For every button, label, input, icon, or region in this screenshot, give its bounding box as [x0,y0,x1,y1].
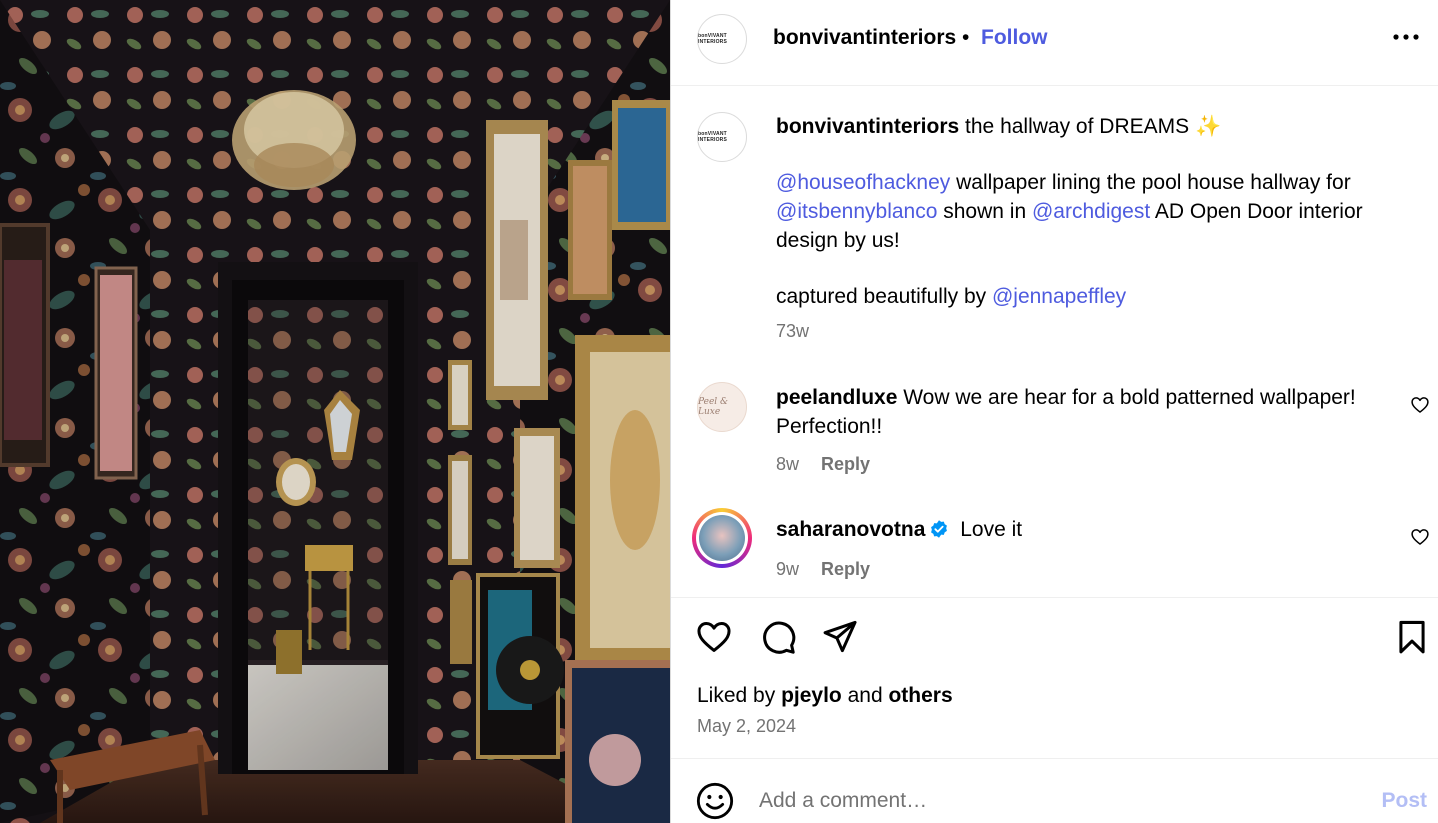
comment-username[interactable]: saharanovotna [776,518,925,541]
author-avatar[interactable]: bonVIVANT INTERIORS [697,14,747,64]
emoji-icon[interactable] [695,781,735,821]
post-photo[interactable] [0,0,670,823]
like-comment-heart-icon[interactable] [1410,395,1430,415]
commenter-story-ring[interactable] [692,508,752,568]
caption-timestamp[interactable]: 73w [776,321,809,342]
comment-timestamp[interactable]: 8w [776,454,799,474]
liked-mid: and [841,684,889,707]
caption-text: wallpaper lining the pool house hallway … [950,171,1351,194]
comment-meta: 9w Reply [776,559,870,580]
comment-body: saharanovotna Love it [776,515,1386,544]
post-comment-button[interactable]: Post [1381,789,1427,813]
liked-others[interactable]: others [888,684,952,707]
reply-button[interactable]: Reply [821,454,870,474]
mention-itsbennyblanco[interactable]: @itsbennyblanco [776,200,937,223]
more-horizontal-icon[interactable] [1389,20,1423,54]
post-header: bonVIVANT INTERIORS bonvivantinteriors •… [671,0,1438,86]
caption-headline: the hallway of DREAMS ✨ [959,115,1222,138]
comment-username[interactable]: peelandluxe [776,386,897,409]
likes-summary: Liked by pjeylo and others [697,684,953,708]
comment-icon[interactable] [759,618,797,656]
author-username[interactable]: bonvivantinteriors [773,26,956,50]
post-date[interactable]: May 2, 2024 [697,716,796,737]
caption-username[interactable]: bonvivantinteriors [776,115,959,138]
add-comment-input[interactable] [759,783,1359,819]
post-dialog: bonVIVANT INTERIORS bonvivantinteriors •… [0,0,1438,823]
heart-icon[interactable] [695,618,733,656]
comment-bar: Post [671,758,1438,823]
post-side-panel: bonVIVANT INTERIORS bonvivantinteriors •… [670,0,1438,823]
mention-houseofhackney[interactable]: @houseofhackney [776,171,950,194]
caption-avatar-text: bonVIVANT INTERIORS [698,131,728,143]
commenter-avatar [699,515,745,561]
commenter-avatar[interactable]: Peel & Luxe [697,382,747,432]
caption: bonvivantinteriors the hallway of DREAMS… [776,112,1396,311]
follow-button[interactable]: Follow [981,26,1048,50]
mention-jennapeffley[interactable]: @jennapeffley [992,285,1126,308]
comment-meta: 8w Reply [776,454,870,475]
header-separator: • [962,26,970,49]
caption-line-1: bonvivantinteriors the hallway of DREAMS… [776,112,1396,141]
hallway-photo-illustration [0,0,670,823]
commenter-avatar-text: Peel & Luxe [698,397,729,417]
caption-paragraph-3: captured beautifully by @jennapeffley [776,282,1396,311]
mention-archdigest[interactable]: @archdigest [1032,200,1150,223]
caption-paragraph-2: @houseofhackney wallpaper lining the poo… [776,168,1396,255]
caption-text: captured beautifully by [776,285,992,308]
comment-text: Love it [954,518,1023,541]
comment-timestamp[interactable]: 9w [776,559,799,579]
reply-button[interactable]: Reply [821,559,870,579]
caption-text: shown in [937,200,1032,223]
verified-badge-icon [931,520,948,538]
liked-user[interactable]: pjeylo [781,684,842,707]
author-avatar-text: bonVIVANT INTERIORS [698,33,728,45]
bookmark-icon[interactable] [1393,618,1431,656]
liked-prefix: Liked by [697,684,782,707]
actions-divider [671,597,1438,598]
share-icon[interactable] [821,618,859,656]
commenter-avatar-border [696,512,748,564]
caption-avatar[interactable]: bonVIVANT INTERIORS [697,112,747,162]
comment-body: peelandluxe Wow we are hear for a bold p… [776,383,1386,441]
like-comment-heart-icon[interactable] [1410,527,1430,547]
